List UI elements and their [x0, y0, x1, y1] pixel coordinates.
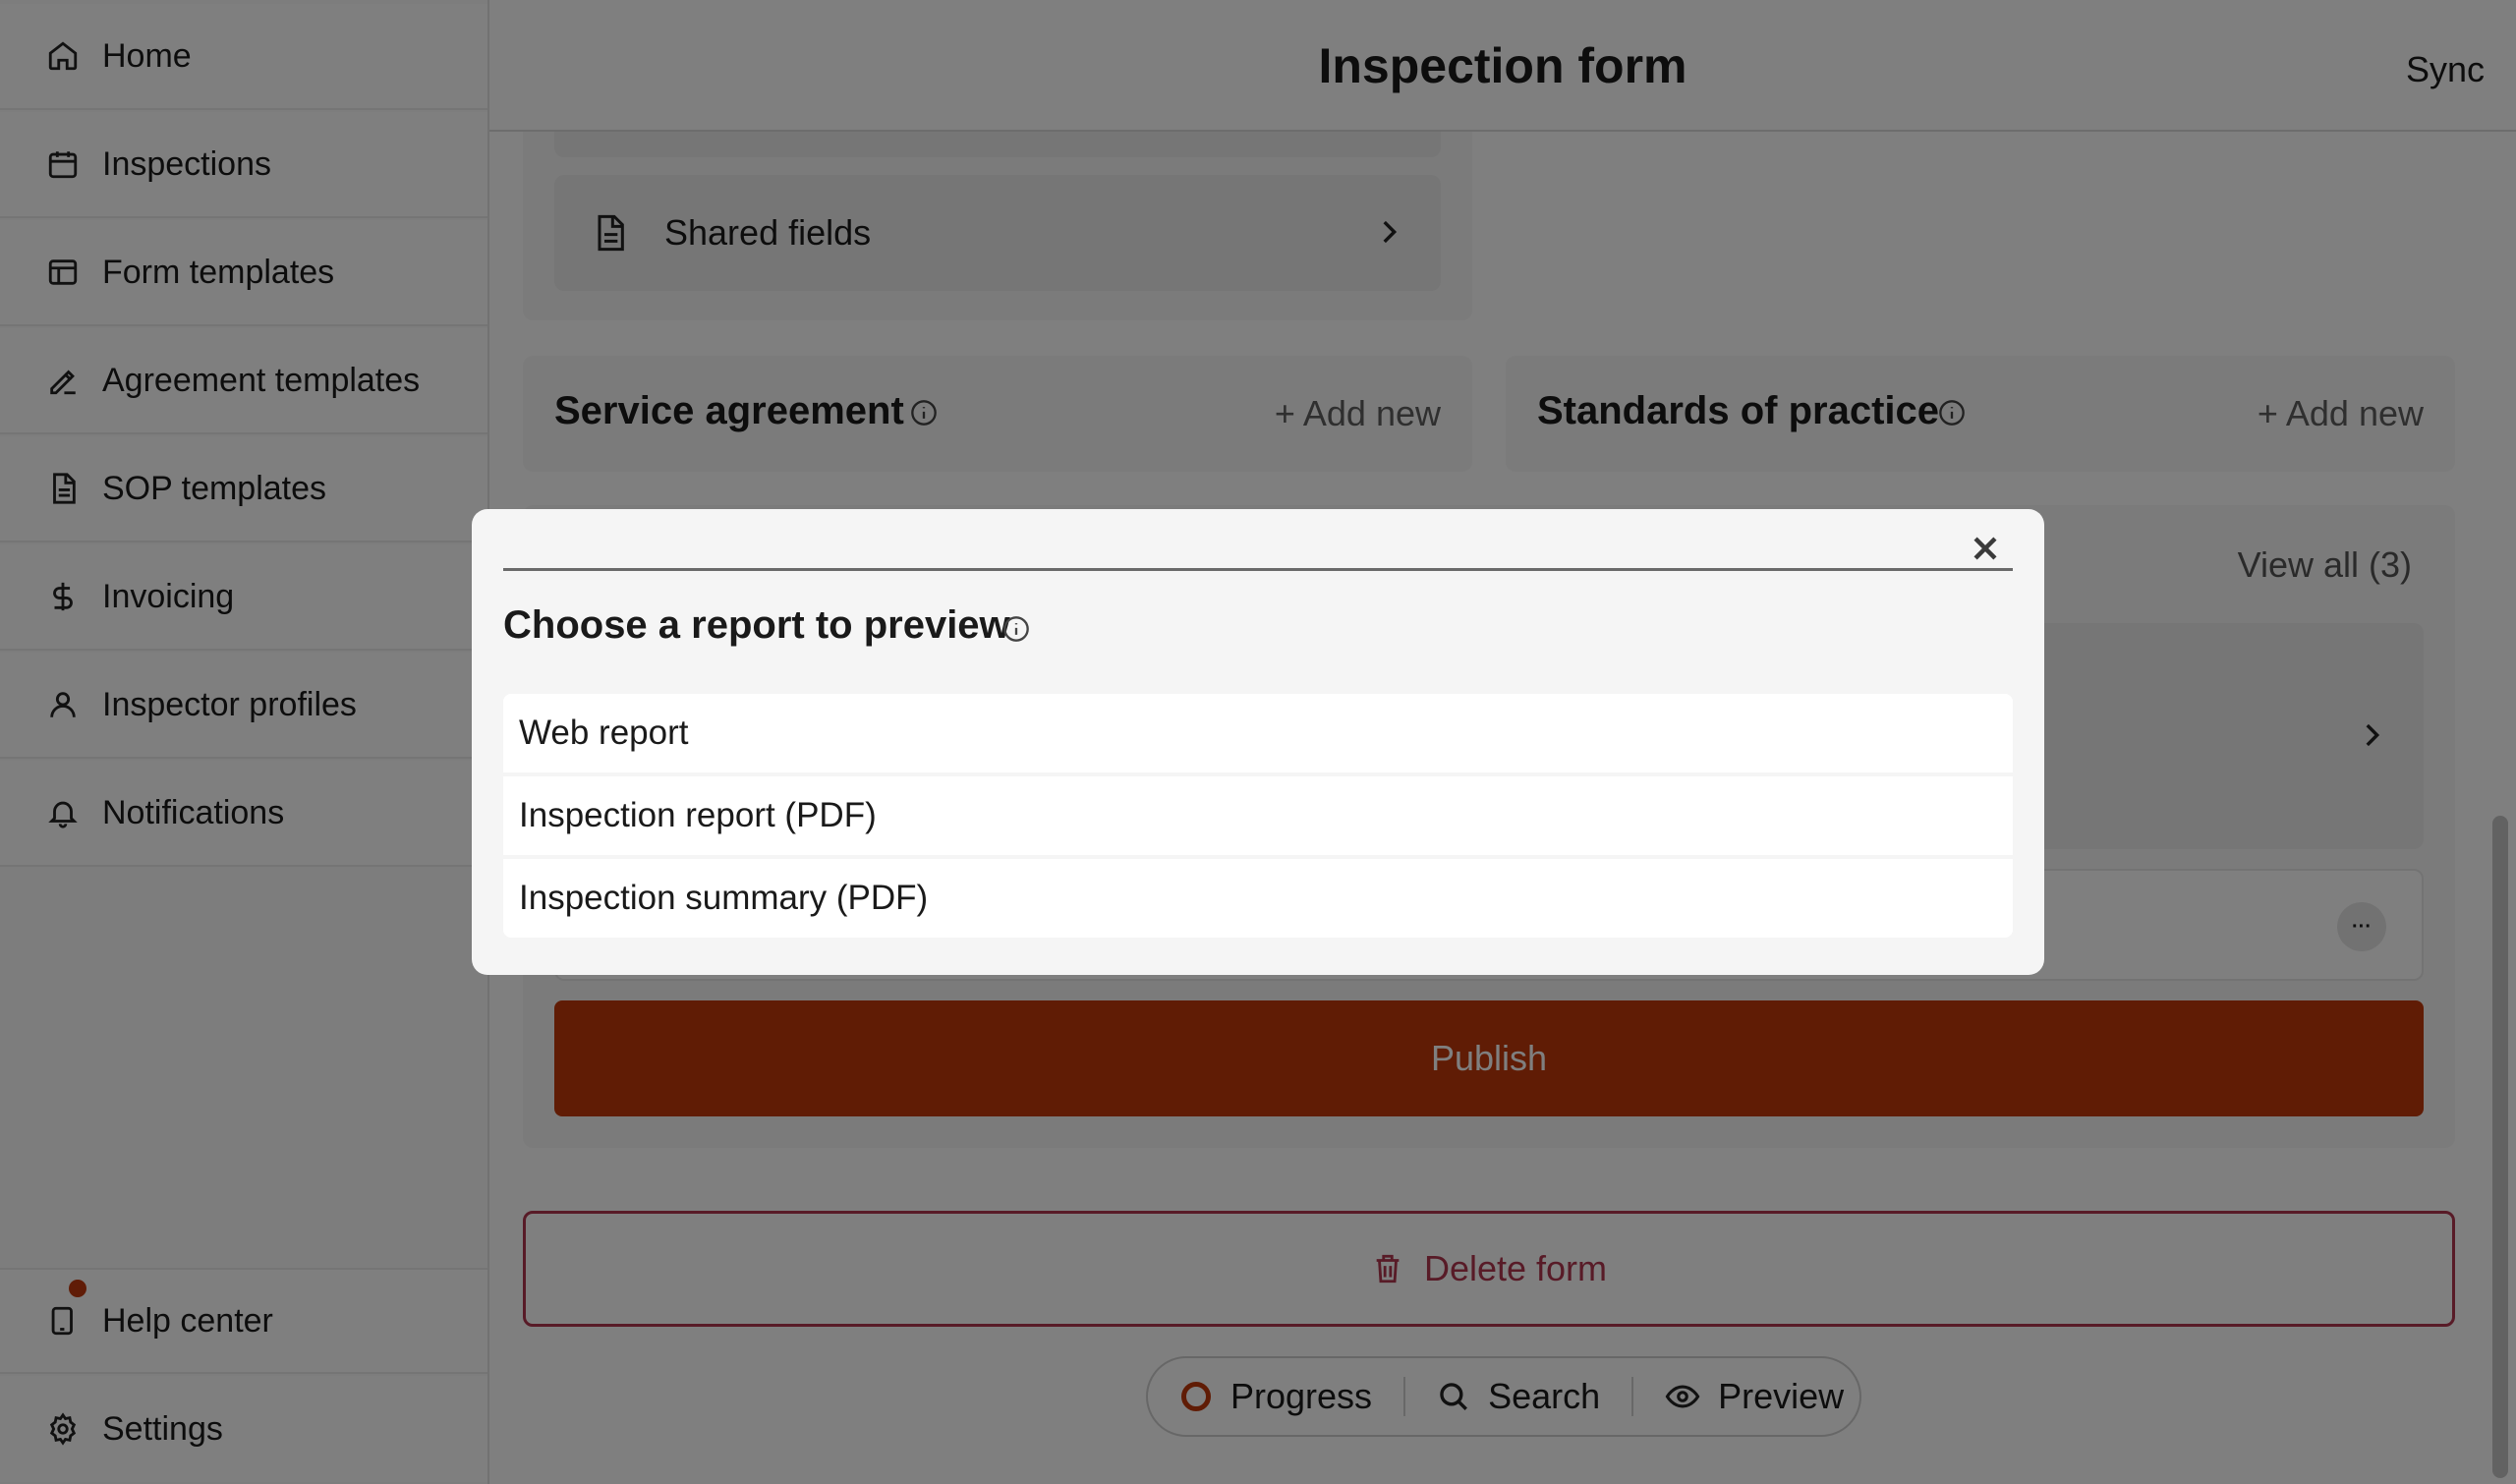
option-web-report[interactable]: Web report: [503, 694, 2013, 772]
info-icon[interactable]: [1002, 615, 1030, 643]
option-inspection-report-pdf[interactable]: Inspection report (PDF): [503, 776, 2013, 855]
modal-title: Choose a report to preview: [503, 603, 1010, 647]
close-button[interactable]: [1960, 523, 2011, 574]
report-preview-modal: Choose a report to preview Web report In…: [472, 509, 2044, 975]
close-icon: [1973, 537, 1997, 560]
option-inspection-summary-pdf[interactable]: Inspection summary (PDF): [503, 859, 2013, 938]
divider: [503, 568, 2013, 571]
